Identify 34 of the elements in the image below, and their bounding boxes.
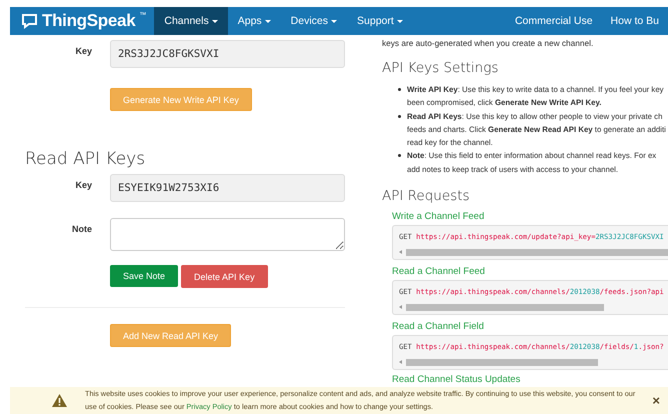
caret-icon xyxy=(264,20,271,22)
nav-menu[interactable]: Support xyxy=(347,7,413,35)
save-button[interactable]: Save Note xyxy=(110,265,178,287)
delete-button[interactable]: Delete API Key xyxy=(181,265,268,288)
bullet-mark xyxy=(398,88,401,91)
scrollbar[interactable] xyxy=(399,248,668,256)
field-label: Key xyxy=(74,179,93,190)
caret-icon xyxy=(212,20,218,22)
note-field[interactable] xyxy=(110,218,345,251)
request-title[interactable]: Read a Channel Field xyxy=(392,321,668,332)
field-label: Note xyxy=(71,223,93,234)
key-field[interactable]: 2RS3J2JC8FGKSVXI xyxy=(110,40,345,68)
request-title[interactable]: Read Channel Status Updates xyxy=(392,374,520,386)
section-heading: API Keys Settings xyxy=(382,60,500,76)
nav-link[interactable]: Commercial Use xyxy=(506,7,602,35)
key-field[interactable]: ESYEIK91W2753XI6 xyxy=(110,174,345,202)
brand-logo[interactable]: ThingSpeak xyxy=(42,11,136,31)
caret-icon xyxy=(396,20,403,22)
section-heading: Read API Keys xyxy=(25,149,146,169)
warning-icon xyxy=(52,394,67,407)
caret-icon xyxy=(331,20,338,22)
help-text: keys are auto-generated when you create a new channel. xyxy=(382,38,594,48)
field-label: Key xyxy=(74,45,93,56)
close-button[interactable]: × xyxy=(652,393,660,408)
chat-bubble-icon xyxy=(21,13,38,29)
nav-menu[interactable]: Apps xyxy=(228,7,281,35)
section-heading: API Requests xyxy=(382,188,471,204)
nav-link[interactable]: How to Bu xyxy=(602,7,668,35)
bullet-mark xyxy=(398,114,401,118)
nav-menu[interactable]: Devices xyxy=(280,7,348,35)
bullet-mark xyxy=(398,154,401,158)
request-title[interactable]: Write a Channel Feed xyxy=(392,211,668,222)
nav-menu[interactable]: Channels xyxy=(154,7,228,35)
request-title[interactable]: Read a Channel Feed xyxy=(392,266,668,278)
